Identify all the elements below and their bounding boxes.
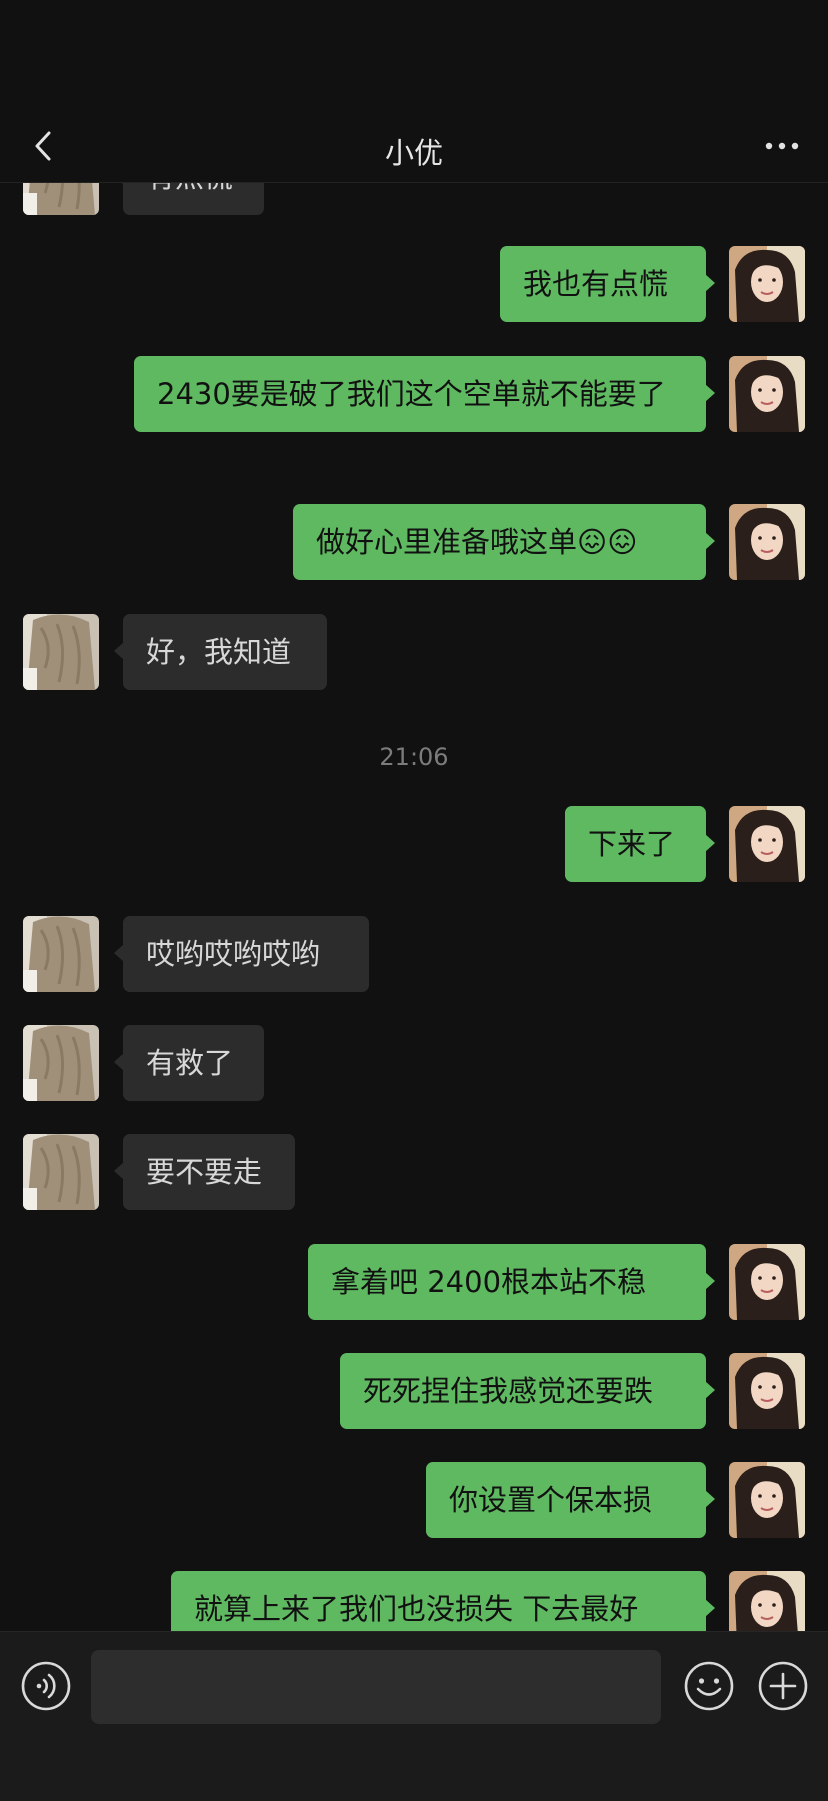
- contact-avatar[interactable]: [23, 916, 99, 992]
- message-bubble[interactable]: 有救了: [114, 1025, 264, 1101]
- contact-avatar[interactable]: [23, 614, 99, 690]
- chat-title: 小优: [384, 136, 443, 170]
- plus-circle-icon: [758, 1661, 808, 1711]
- my-avatar[interactable]: [729, 806, 805, 882]
- my-avatar[interactable]: [729, 356, 805, 432]
- message-bubble[interactable]: 要不要走: [114, 1134, 295, 1210]
- message-bubble[interactable]: 有点慌: [114, 183, 264, 215]
- my-avatar[interactable]: [729, 1244, 805, 1320]
- voice-button[interactable]: [20, 1660, 72, 1712]
- my-avatar[interactable]: [729, 504, 805, 580]
- more-actions-button[interactable]: [757, 1660, 809, 1712]
- message-bubble[interactable]: 我也有点慌: [500, 246, 715, 322]
- message-bubble[interactable]: 拿着吧 2400根本站不稳: [308, 1244, 715, 1320]
- my-avatar[interactable]: [729, 1462, 805, 1538]
- message-list[interactable]: 有点慌 我也有点慌 2430要是破了我们这个空单就不能要了 做好心里准备哦这单😖…: [0, 183, 828, 1631]
- more-button[interactable]: [760, 124, 804, 168]
- my-avatar[interactable]: [729, 1571, 805, 1631]
- chat-header: 小优: [0, 110, 828, 183]
- status-bar-area: [0, 0, 828, 110]
- message-bubble[interactable]: 做好心里准备哦这单😖😖: [293, 504, 715, 580]
- message-bubble[interactable]: 好，我知道: [114, 614, 327, 690]
- contact-avatar[interactable]: [23, 1134, 99, 1210]
- more-horizontal-icon: [765, 142, 799, 150]
- emoji-icon: [684, 1661, 734, 1711]
- contact-avatar[interactable]: [23, 183, 99, 215]
- message-bubble[interactable]: 2430要是破了我们这个空单就不能要了: [134, 356, 715, 432]
- my-avatar[interactable]: [729, 1353, 805, 1429]
- emoji-button[interactable]: [683, 1660, 735, 1712]
- message-bubble[interactable]: 哎哟哎哟哎哟: [114, 916, 369, 992]
- voice-icon: [21, 1661, 71, 1711]
- timestamp: 21:06: [379, 743, 449, 771]
- message-bubble[interactable]: 你设置个保本损: [426, 1462, 715, 1538]
- input-bar: [0, 1631, 828, 1801]
- message-input[interactable]: [91, 1650, 661, 1724]
- message-bubble[interactable]: 下来了: [565, 806, 715, 882]
- contact-avatar[interactable]: [23, 1025, 99, 1101]
- my-avatar[interactable]: [729, 246, 805, 322]
- message-bubble[interactable]: 就算上来了我们也没损失 下去最好: [171, 1571, 715, 1631]
- message-bubble[interactable]: 死死捏住我感觉还要跌: [340, 1353, 715, 1429]
